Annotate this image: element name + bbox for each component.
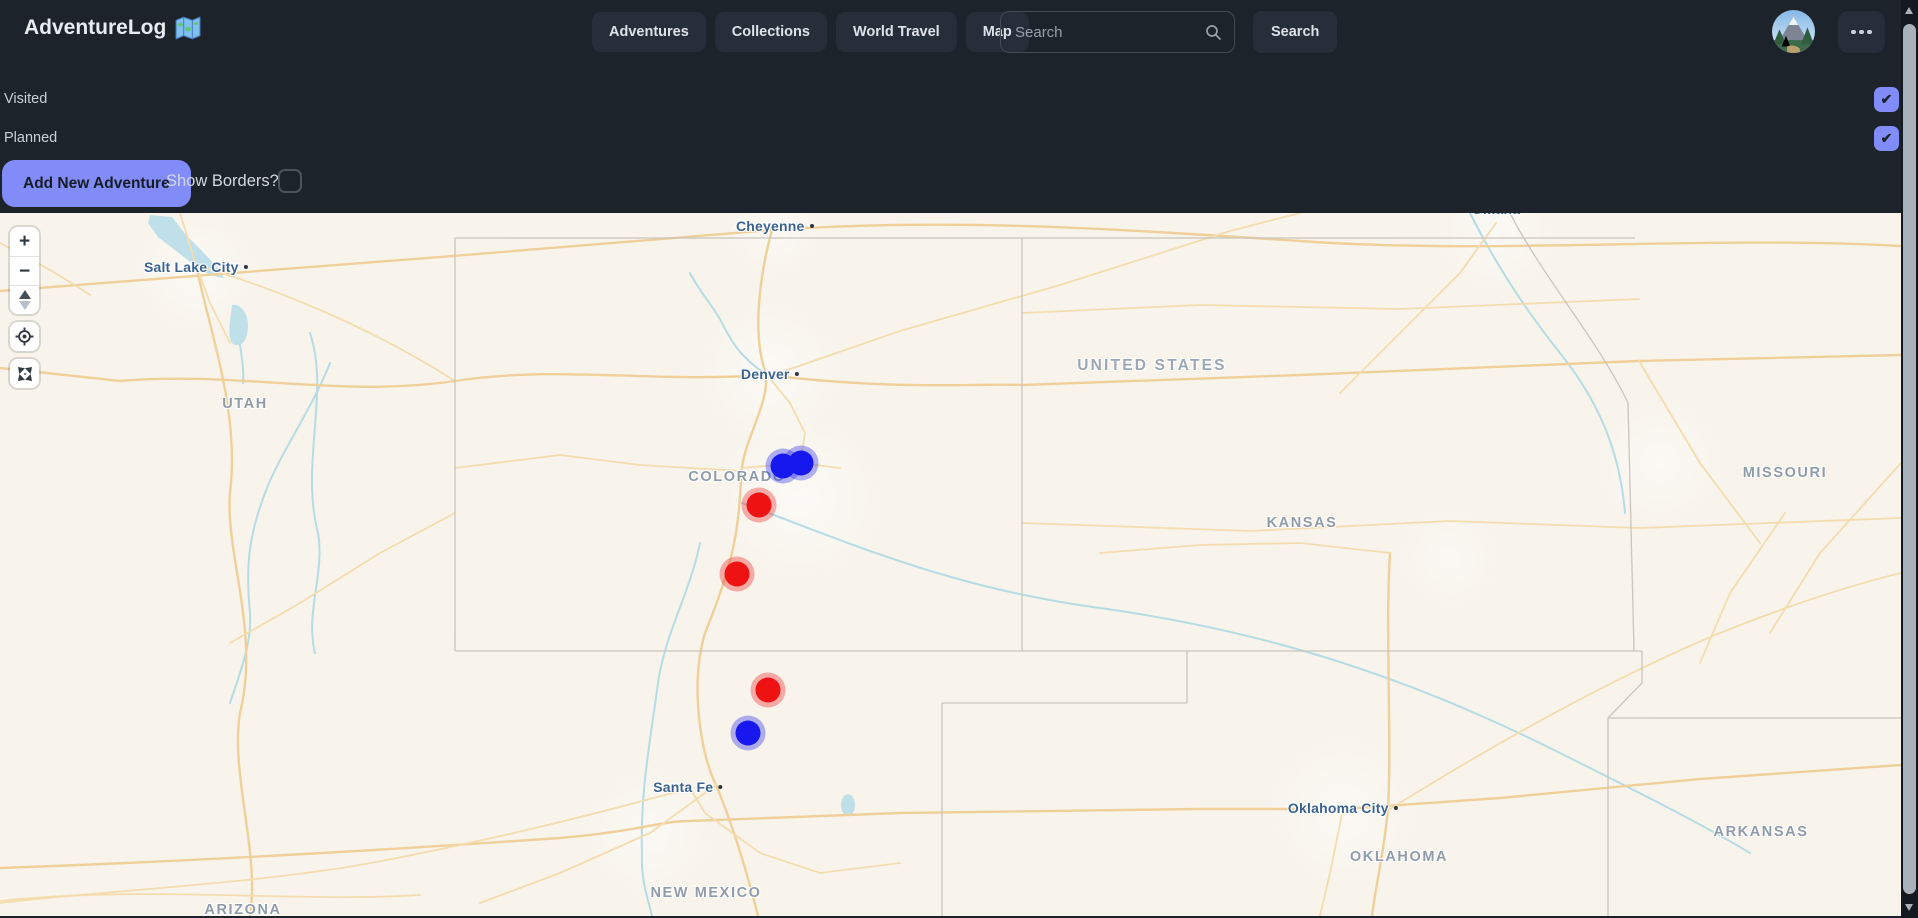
visited-adventure-marker[interactable] [747, 493, 772, 518]
visited-adventure-marker[interactable] [725, 562, 750, 587]
overflow-menu-button[interactable] [1838, 11, 1885, 53]
city-label-cheyenne: Cheyenne [736, 218, 814, 234]
compass-icon [19, 290, 31, 310]
city-label-text: Oklahoma City [1288, 800, 1389, 816]
city-dot-icon [1394, 806, 1399, 811]
zoom-in-button[interactable]: + [10, 227, 39, 256]
search-button[interactable]: Search [1253, 11, 1337, 53]
state-label-oklahoma: OKLAHOMA [1350, 849, 1448, 865]
state-label-text: OKLAHOMA [1350, 849, 1448, 865]
city-dot-icon [810, 224, 815, 229]
city-dot-icon [718, 785, 723, 790]
nav-links: Adventures Collections World Travel Map [592, 12, 1029, 52]
state-label-text: MISSOURI [1743, 465, 1828, 481]
planned-label: Planned [4, 130, 57, 146]
scrollbar-down-arrow[interactable] [1905, 904, 1913, 911]
zoom-out-button[interactable]: − [10, 256, 39, 285]
state-label-new-mexico: NEW MEXICO [650, 885, 761, 901]
zoom-control-group: + − [10, 227, 39, 314]
city-label-text: Omaha [1472, 213, 1520, 217]
geolocate-control [10, 322, 39, 351]
state-label-text: KANSAS [1267, 515, 1338, 531]
planned-checkbox[interactable] [1874, 126, 1899, 151]
city-label-denver: Denver [741, 366, 799, 382]
state-label-missouri: MISSOURI [1743, 465, 1828, 481]
show-borders-label: Show Borders? [166, 172, 279, 191]
show-borders-checkbox[interactable] [278, 169, 302, 193]
vertical-scrollbar [1901, 0, 1918, 918]
city-label-salt-lake-city: Salt Lake City [144, 259, 248, 275]
state-label-arkansas: ARKANSAS [1714, 824, 1809, 840]
search-icon [1205, 24, 1222, 41]
world-map-icon [175, 15, 201, 41]
fullscreen-control [10, 359, 39, 388]
city-dot-icon [795, 372, 800, 377]
country-label-united-states: UNITED STATES [1077, 357, 1226, 375]
search-input[interactable] [1013, 23, 1205, 42]
city-label-oklahoma-city: Oklahoma City [1288, 800, 1398, 816]
scrollbar-up-arrow[interactable] [1905, 7, 1913, 14]
city-label-text: Santa Fe [653, 779, 713, 795]
state-label-kansas: KANSAS [1267, 515, 1338, 531]
visited-checkbox[interactable] [1874, 87, 1899, 112]
state-label-text: ARIZONA [204, 902, 281, 916]
nav-adventures-button[interactable]: Adventures [592, 12, 706, 52]
planned-adventure-marker[interactable] [736, 721, 761, 746]
geolocate-button[interactable] [10, 322, 39, 351]
city-dot-icon [244, 265, 249, 270]
avatar[interactable] [1772, 10, 1815, 53]
city-label-text: Salt Lake City [144, 259, 239, 275]
geolocate-icon [15, 327, 34, 346]
scrollbar-thumb[interactable] [1903, 24, 1916, 894]
planned-adventure-marker[interactable] [771, 454, 796, 479]
ellipsis-icon [1851, 30, 1856, 35]
city-label-santa-fe: Santa Fe [653, 779, 722, 795]
fullscreen-button[interactable] [10, 359, 39, 388]
compass-button[interactable] [10, 285, 39, 314]
state-label-utah: UTAH [222, 396, 268, 412]
nav-collections-button[interactable]: Collections [715, 12, 827, 52]
state-label-text: UTAH [222, 396, 268, 412]
visited-label: Visited [4, 91, 47, 107]
city-label-text: Cheyenne [736, 218, 805, 234]
search-area: Search [1000, 11, 1337, 53]
search-input-box[interactable] [1000, 11, 1235, 53]
state-label-text: ARKANSAS [1714, 824, 1809, 840]
map-base-layer [0, 213, 1901, 916]
country-label-text: UNITED STATES [1077, 357, 1226, 375]
visited-adventure-marker[interactable] [756, 678, 781, 703]
app-title: AdventureLog [24, 16, 166, 40]
nav-world-travel-button[interactable]: World Travel [836, 12, 957, 52]
map-canvas[interactable]: Cheyenne Salt Lake City Denver Santa Fe Okla… [0, 213, 1901, 916]
city-label-omaha: Omaha [1472, 213, 1520, 217]
add-new-adventure-button[interactable]: Add New Adventure [2, 160, 191, 207]
navbar: AdventureLog Adventures Collections Worl… [0, 0, 1918, 64]
app-logo[interactable]: AdventureLog [24, 15, 201, 41]
fullscreen-icon [15, 364, 35, 384]
state-label-text: NEW MEXICO [650, 885, 761, 901]
city-label-text: Denver [741, 366, 790, 382]
state-label-arizona: ARIZONA [204, 902, 281, 916]
